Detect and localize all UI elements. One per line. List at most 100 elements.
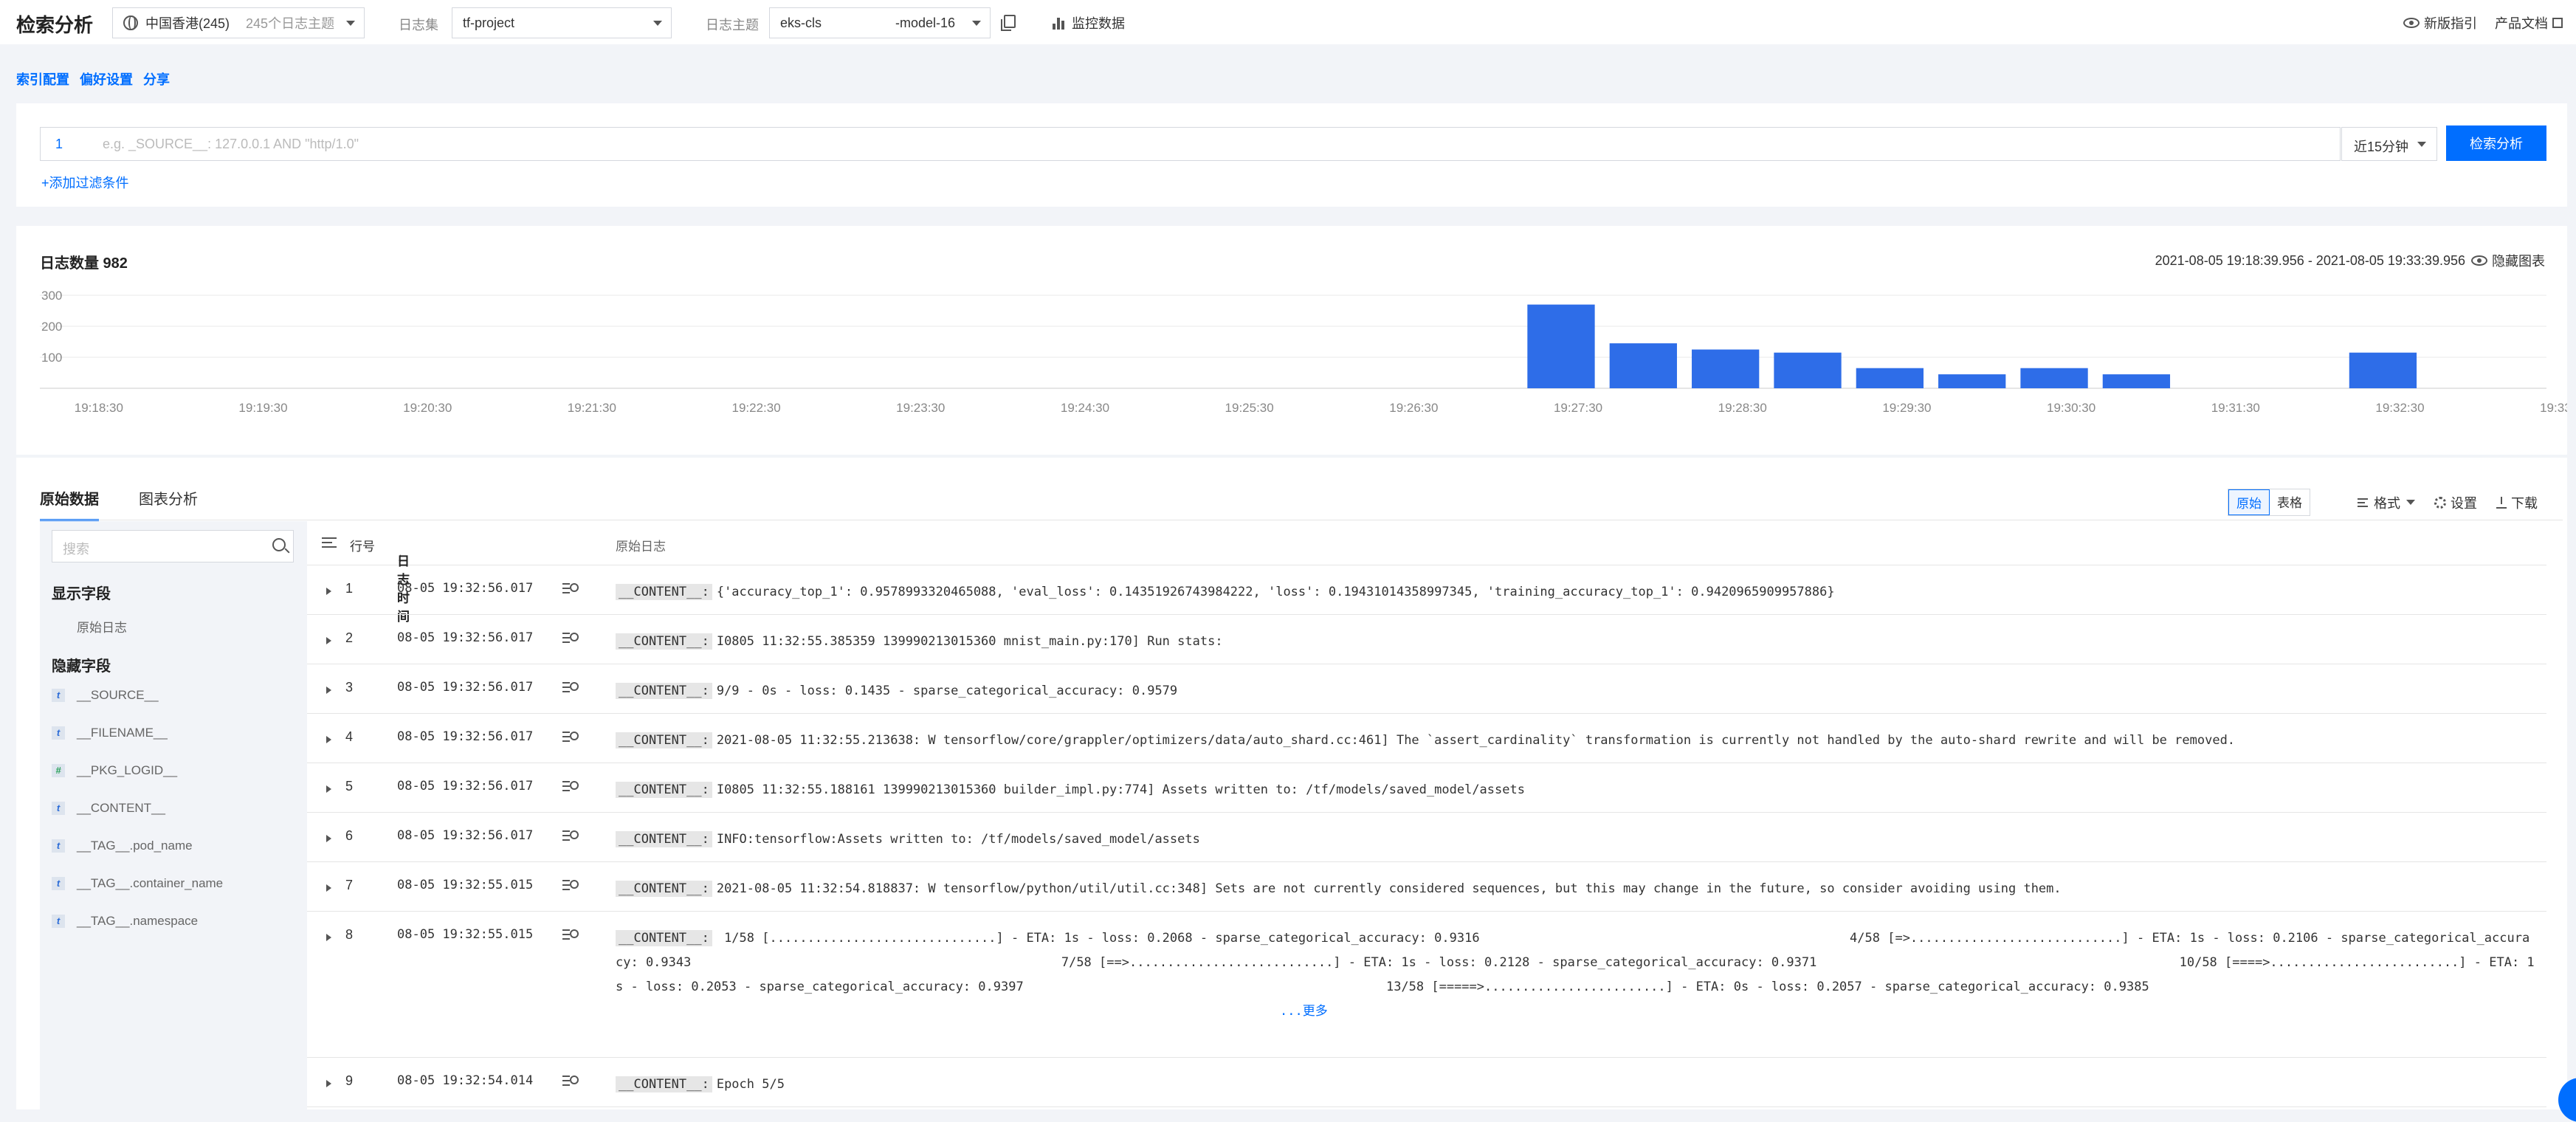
share-link[interactable]: 分享 — [143, 69, 170, 89]
row-content: __CONTENT__: 1/58 [.....................… — [616, 926, 2535, 1024]
row-content-text: INFO:tensorflow:Assets written to: /tf/m… — [716, 832, 1200, 847]
line-number: 1 — [55, 137, 63, 151]
row-number: 5 — [345, 779, 354, 794]
monitor-label: 监控数据 — [1072, 16, 1125, 31]
row-number: 1 — [345, 581, 354, 596]
search-button[interactable]: 检索分析 — [2446, 125, 2546, 161]
expand-arrow-icon[interactable] — [326, 785, 331, 793]
logset-value: tf-project — [463, 15, 515, 30]
context-search-icon[interactable] — [562, 582, 580, 595]
logset-label: 日志集 — [399, 18, 438, 32]
shown-field-raw-log[interactable]: 原始日志 — [77, 617, 127, 636]
histogram-bar[interactable] — [1527, 304, 1595, 388]
hidden-field-item[interactable]: t __TAG__.container_name — [52, 876, 223, 891]
hide-chart-label: 隐藏图表 — [2492, 254, 2545, 269]
view-raw-button[interactable]: 原始 — [2228, 489, 2270, 515]
histogram-bar[interactable] — [1856, 368, 1924, 388]
topic-select[interactable]: eks-cls -model-16 — [769, 7, 991, 38]
histogram-bar[interactable] — [2349, 352, 2417, 388]
hidden-field-item[interactable]: t __SOURCE__ — [52, 688, 159, 703]
time-range-select[interactable]: 近15分钟 — [2341, 127, 2437, 161]
text-type-icon: t — [52, 689, 65, 702]
show-more-link[interactable]: ...更多 — [1280, 1004, 1328, 1019]
expand-arrow-icon[interactable] — [326, 686, 331, 694]
context-search-icon[interactable] — [562, 779, 580, 793]
region-select[interactable]: 中国香港(245) 245个日志主题 — [112, 7, 365, 38]
add-filter-label: 添加过滤条件 — [49, 176, 129, 190]
preferences-link[interactable]: 偏好设置 — [80, 69, 133, 89]
hidden-field-item[interactable]: t __TAG__.namespace — [52, 914, 198, 929]
view-table-button[interactable]: 表格 — [2270, 489, 2310, 515]
settings-button[interactable]: 设置 — [2434, 493, 2477, 512]
guide-link[interactable]: 新版指引 — [2403, 13, 2477, 32]
table-row[interactable]: 7 08-05 19:32:55.015 __CONTENT__: 2021-08-0… — [307, 862, 2546, 912]
context-search-icon[interactable] — [562, 928, 580, 941]
context-search-icon[interactable] — [562, 829, 580, 842]
histogram-bar[interactable] — [2020, 368, 2088, 388]
row-number: 7 — [345, 878, 354, 892]
hide-chart-button[interactable]: 隐藏图表 — [2471, 251, 2545, 270]
table-row[interactable]: 2 08-05 19:32:56.017 __CONTENT__: I0805 11:… — [307, 615, 2546, 664]
expand-arrow-icon[interactable] — [326, 835, 331, 842]
expand-arrow-icon[interactable] — [326, 1080, 331, 1087]
table-row[interactable]: 9 08-05 19:32:54.014 __CONTENT__: Epoch 5/5 — [307, 1058, 2546, 1107]
time-range-value: 近15分钟 — [2354, 140, 2409, 154]
row-content: __CONTENT__: I0805 11:32:55.188161 139990… — [616, 778, 2535, 802]
expand-arrow-icon[interactable] — [326, 588, 331, 595]
table-row[interactable]: 4 08-05 19:32:56.017 __CONTENT__: 2021-08-0… — [307, 714, 2546, 763]
row-number: 3 — [345, 680, 354, 695]
row-content: __CONTENT__: I0805 11:32:55.385359 139990… — [616, 630, 2535, 654]
search-icon — [272, 538, 286, 551]
context-search-icon[interactable] — [562, 730, 580, 743]
col-raw-log: 原始日志 — [616, 540, 666, 554]
table-row[interactable]: 6 08-05 19:32:56.017 __CONTENT__: INFO:tens… — [307, 813, 2546, 862]
hidden-field-item[interactable]: # __PKG_LOGID__ — [52, 763, 177, 778]
table-row[interactable]: 1 08-05 19:32:56.017 __CONTENT__: {'accurac… — [307, 565, 2546, 615]
monitor-link[interactable]: 监控数据 — [1053, 13, 1125, 32]
histogram-bar[interactable] — [1609, 343, 1677, 388]
docs-link[interactable]: 产品文档 — [2495, 13, 2563, 32]
context-search-icon[interactable] — [562, 681, 580, 694]
histogram-bar[interactable] — [1774, 352, 1842, 388]
context-search-icon[interactable] — [562, 1074, 580, 1087]
histogram-bar[interactable] — [1692, 349, 1760, 389]
histogram-bar[interactable] — [1938, 374, 2006, 388]
hidden-field-item[interactable]: t __CONTENT__ — [52, 801, 165, 816]
field-search-input[interactable]: 搜索 — [52, 530, 294, 562]
download-icon — [2496, 496, 2507, 509]
hidden-field-item[interactable]: t __TAG__.pod_name — [52, 839, 193, 853]
content-field-tag: __CONTENT__: — [616, 584, 712, 600]
row-content: __CONTENT__: 9/9 - 0s - loss: 0.1435 - sp… — [616, 679, 2535, 703]
guide-label: 新版指引 — [2424, 16, 2477, 31]
histogram-bar[interactable] — [2102, 374, 2171, 388]
context-search-icon[interactable] — [562, 631, 580, 644]
table-row[interactable]: 8 08-05 19:32:55.015 __CONTENT__: 1/58 [..… — [307, 912, 2546, 1058]
region-label: 中国香港(245) — [145, 16, 230, 31]
format-dropdown[interactable]: 格式 — [2358, 493, 2415, 512]
y-tick-label: 200 — [41, 320, 62, 334]
histogram-panel: 日志数量 982 2021-08-05 19:18:39.956 - 2021-… — [16, 226, 2567, 455]
query-editor[interactable]: 1 e.g. _SOURCE__: 127.0.0.1 AND "http/1.… — [40, 127, 2341, 161]
download-button[interactable]: 下载 — [2496, 493, 2538, 512]
tab-chart-analysis[interactable]: 图表分析 — [139, 487, 198, 521]
table-row[interactable]: 3 08-05 19:32:56.017 __CONTENT__: 9/9 - 0s … — [307, 664, 2546, 714]
x-tick-label: 19:28:30 — [1718, 401, 1767, 415]
eye-icon — [2403, 18, 2420, 28]
context-search-icon[interactable] — [562, 878, 580, 892]
columns-icon[interactable] — [322, 537, 337, 548]
hidden-field-item[interactable]: t __FILENAME__ — [52, 726, 168, 740]
expand-arrow-icon[interactable] — [326, 884, 331, 892]
expand-arrow-icon[interactable] — [326, 934, 331, 941]
hidden-field-name: __FILENAME__ — [77, 726, 168, 740]
table-row[interactable]: 5 08-05 19:32:56.017 __CONTENT__: I0805 11:… — [307, 763, 2546, 813]
expand-arrow-icon[interactable] — [326, 637, 331, 644]
logset-select[interactable]: tf-project — [452, 7, 672, 38]
expand-arrow-icon[interactable] — [326, 736, 331, 743]
row-content: __CONTENT__: 2021-08-05 11:32:54.818837: … — [616, 877, 2535, 901]
x-tick-label: 19:25:30 — [1225, 401, 1274, 415]
copy-icon[interactable] — [1001, 15, 1016, 31]
index-config-link[interactable]: 索引配置 — [16, 69, 69, 89]
add-filter-link[interactable]: +添加过滤条件 — [41, 173, 129, 192]
hidden-fields-title: 隐藏字段 — [52, 658, 111, 675]
tab-raw-data[interactable]: 原始数据 — [40, 487, 99, 521]
